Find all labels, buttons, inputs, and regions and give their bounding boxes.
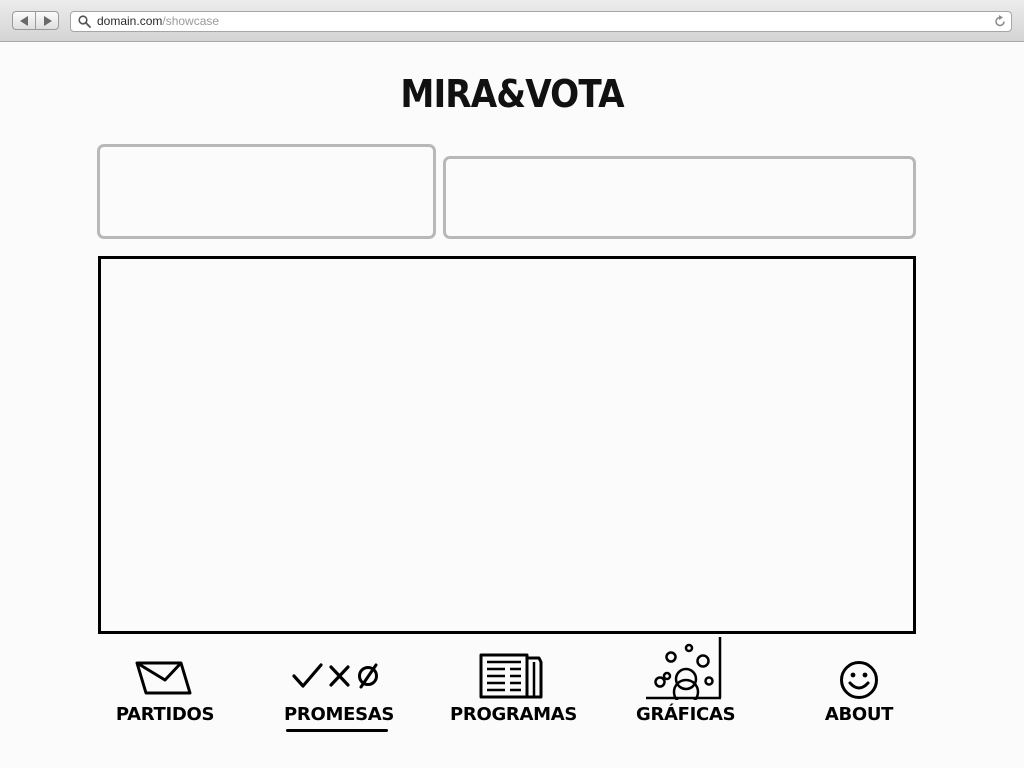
nav-item-programas[interactable]: PROGRAMAS [450,636,578,736]
forward-arrow-icon [43,15,52,26]
nav-item-graficas[interactable]: GRÁFICAS [636,636,736,736]
nav-label-promesas: PROMESAS [284,704,395,725]
bubble-chart-icon [646,637,722,700]
nav-item-partidos[interactable]: PARTIDOS [112,636,218,736]
back-arrow-icon [19,15,28,26]
nav-label-programas: PROGRAMAS [450,704,578,725]
browser-toolbar: domain.com/showcase [0,0,1024,42]
address-bar[interactable]: domain.com/showcase [70,11,1012,32]
history-nav [12,11,59,30]
forward-button[interactable] [35,12,58,29]
documents-icon [479,653,543,699]
party-select-box-right[interactable] [443,156,916,239]
content-panel [98,256,916,634]
party-select-box-left[interactable] [97,144,436,239]
magnifier-icon [78,15,91,28]
url-path: /showcase [162,14,220,28]
smiley-icon [840,661,878,699]
nav-label-graficas: GRÁFICAS [636,704,736,725]
back-button[interactable] [13,12,35,29]
nav-item-about[interactable]: ABOUT [820,636,898,736]
active-underline [286,729,388,732]
check-cross-null-icon [292,663,378,689]
app-logo: MIRA&VOTA [400,72,624,116]
envelope-icon [135,661,192,695]
nav-item-promesas[interactable]: PROMESAS [284,636,395,736]
reload-icon[interactable] [994,15,1006,28]
url-domain: domain.com [97,14,163,28]
url-text: domain.com/showcase [97,14,219,29]
nav-label-partidos: PARTIDOS [115,704,215,725]
nav-label-about: ABOUT [824,704,894,725]
